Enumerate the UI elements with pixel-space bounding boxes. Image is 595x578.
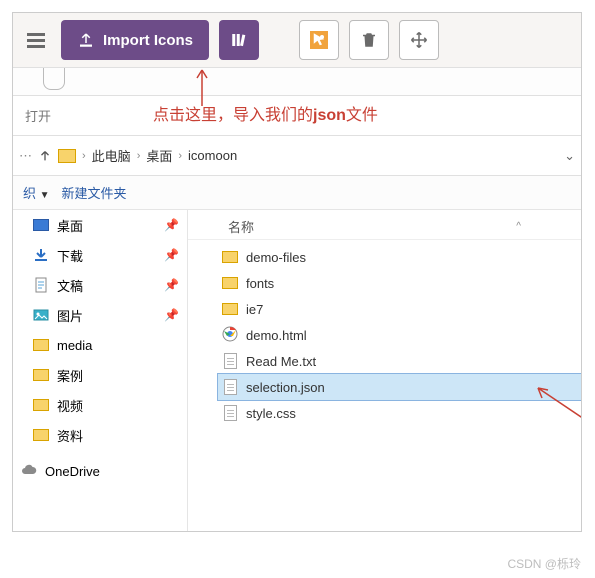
folder-icon — [222, 249, 238, 265]
file-label: ie7 — [246, 302, 263, 317]
folder-icon — [222, 275, 238, 291]
caret-down-icon: ▼ — [40, 190, 50, 201]
file-pane: 名称 ^ demo-files fonts ie7 demo.html Read Me.… — [188, 210, 581, 532]
json-icon — [222, 379, 238, 395]
desktop-icon — [33, 218, 49, 232]
select-tool-button[interactable] — [299, 20, 339, 60]
new-folder-button[interactable]: 新建文件夹 — [62, 183, 127, 202]
import-label: Import Icons — [103, 32, 193, 49]
chevron-right-icon: › — [82, 150, 86, 162]
folder-icon — [33, 428, 49, 442]
ruler-strip — [13, 68, 581, 96]
file-selection-json[interactable]: selection.json — [218, 374, 581, 400]
column-header-row: 名称 ^ — [188, 214, 581, 240]
nav-material[interactable]: 资料 — [13, 420, 187, 450]
css-icon — [222, 405, 238, 421]
delete-button[interactable] — [349, 20, 389, 60]
pin-icon: 📌 — [164, 278, 179, 292]
dialog-title: 打开 — [13, 96, 581, 136]
pin-icon: 📌 — [164, 248, 179, 262]
nav-downloads[interactable]: 下载📌 — [13, 240, 187, 270]
chevron-right-icon: › — [137, 150, 141, 162]
folder-icon — [33, 368, 49, 382]
folder-icon — [58, 149, 76, 163]
nav-cases[interactable]: 案例 — [13, 360, 187, 390]
file-label: fonts — [246, 276, 274, 291]
trash-icon — [360, 31, 378, 49]
nav-media[interactable]: media — [13, 330, 187, 360]
document-icon — [33, 278, 49, 292]
nav-pictures[interactable]: 图片📌 — [13, 300, 187, 330]
import-icons-button[interactable]: Import Icons — [61, 20, 209, 60]
sort-indicator-icon: ^ — [516, 221, 521, 232]
file-ie7[interactable]: ie7 — [218, 296, 581, 322]
folder-icon — [33, 338, 49, 352]
file-style-css[interactable]: style.css — [218, 400, 581, 426]
icomoon-toolbar: Import Icons — [13, 13, 581, 68]
chevron-right-icon: › — [178, 150, 182, 162]
address-bar: ⋯ › 此电脑 › 桌面 › icomoon ⌄ — [13, 136, 581, 176]
picture-icon — [33, 308, 49, 322]
up-icon[interactable] — [38, 149, 52, 163]
file-Read-Me-txt[interactable]: Read Me.txt — [218, 348, 581, 374]
nav-desktop[interactable]: 桌面📌 — [13, 210, 187, 240]
file-demo-files[interactable]: demo-files — [218, 244, 581, 270]
crumb-root[interactable]: 此电脑 — [92, 146, 131, 165]
download-icon — [33, 248, 49, 262]
watermark: CSDN @栎玲 — [507, 555, 581, 572]
cursor-icon — [310, 31, 328, 49]
file-demo-html[interactable]: demo.html — [218, 322, 581, 348]
file-fonts[interactable]: fonts — [218, 270, 581, 296]
organize-menu[interactable]: 织 ▼ — [23, 183, 50, 202]
folder-icon — [33, 398, 49, 412]
file-label: demo.html — [246, 328, 307, 343]
upload-icon — [77, 31, 95, 49]
crumb-mid[interactable]: 桌面 — [146, 146, 172, 165]
nav-documents[interactable]: 文稿📌 — [13, 270, 187, 300]
move-icon — [410, 31, 428, 49]
library-button[interactable] — [219, 20, 259, 60]
chevron-down-icon[interactable]: ⌄ — [564, 148, 575, 164]
nav-video[interactable]: 视频 — [13, 390, 187, 420]
file-label: selection.json — [246, 380, 325, 395]
cloud-icon — [21, 464, 37, 478]
crumb-leaf[interactable]: icomoon — [188, 148, 237, 163]
folder-icon — [222, 301, 238, 317]
txt-icon — [222, 353, 238, 369]
column-name[interactable]: 名称 — [228, 217, 254, 236]
pin-icon: 📌 — [164, 218, 179, 232]
pin-icon: 📌 — [164, 308, 179, 322]
books-icon — [230, 31, 248, 49]
nav-onedrive[interactable]: OneDrive — [13, 456, 187, 486]
nav-pane: 桌面📌 下载📌 文稿📌 图片📌 media 案例 — [13, 210, 188, 532]
explorer-toolbar: 织 ▼ 新建文件夹 — [13, 176, 581, 210]
chrome-icon — [222, 327, 238, 343]
menu-button[interactable] — [21, 24, 51, 57]
move-button[interactable] — [399, 20, 439, 60]
file-label: style.css — [246, 406, 296, 421]
file-label: Read Me.txt — [246, 354, 316, 369]
dots: ⋯ — [19, 148, 32, 164]
file-label: demo-files — [246, 250, 306, 265]
